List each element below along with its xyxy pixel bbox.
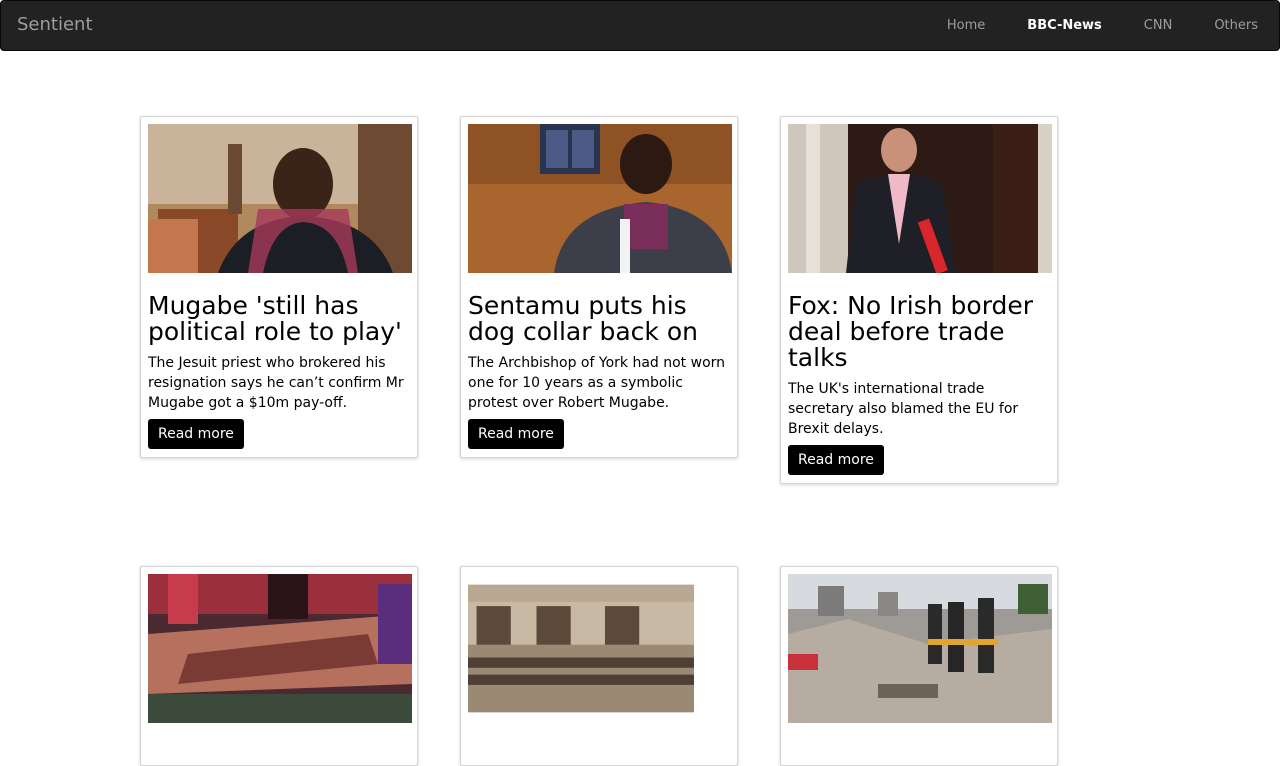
article-image xyxy=(468,584,694,713)
article-card: Mugabe 'still has political role to play… xyxy=(140,116,418,458)
article-image xyxy=(788,124,1052,273)
article-card: Sentamu puts his dog collar back on The … xyxy=(460,116,738,458)
read-more-button[interactable]: Read more xyxy=(788,445,884,475)
article-title: Sentamu puts his dog collar back on xyxy=(468,291,698,346)
article-card xyxy=(140,566,418,766)
article-card: Fox: No Irish border deal before trade t… xyxy=(780,116,1058,484)
article-image xyxy=(468,124,732,273)
article-image xyxy=(148,574,412,723)
article-image xyxy=(788,574,1052,723)
article-image xyxy=(148,124,412,273)
nav-links: Home BBC-News CNN Others xyxy=(926,1,1279,51)
article-summary: The Archbishop of York had not worn one … xyxy=(468,355,726,411)
article-summary: The Jesuit priest who brokered his resig… xyxy=(148,355,404,411)
article-card xyxy=(780,566,1058,766)
nav-bbc-news[interactable]: BBC-News xyxy=(1006,1,1123,51)
article-summary: The UK's international trade secretary a… xyxy=(788,381,1019,437)
article-card xyxy=(460,566,738,766)
read-more-button[interactable]: Read more xyxy=(148,419,244,449)
nav-home[interactable]: Home xyxy=(926,1,1006,51)
top-navbar: Sentient Home BBC-News CNN Others xyxy=(0,0,1280,51)
nav-others[interactable]: Others xyxy=(1193,1,1279,51)
article-title: Mugabe 'still has political role to play… xyxy=(148,291,402,346)
nav-cnn[interactable]: CNN xyxy=(1123,1,1194,51)
read-more-button[interactable]: Read more xyxy=(468,419,564,449)
article-title: Fox: No Irish border deal before trade t… xyxy=(788,291,1034,372)
brand-logo[interactable]: Sentient xyxy=(17,14,93,35)
